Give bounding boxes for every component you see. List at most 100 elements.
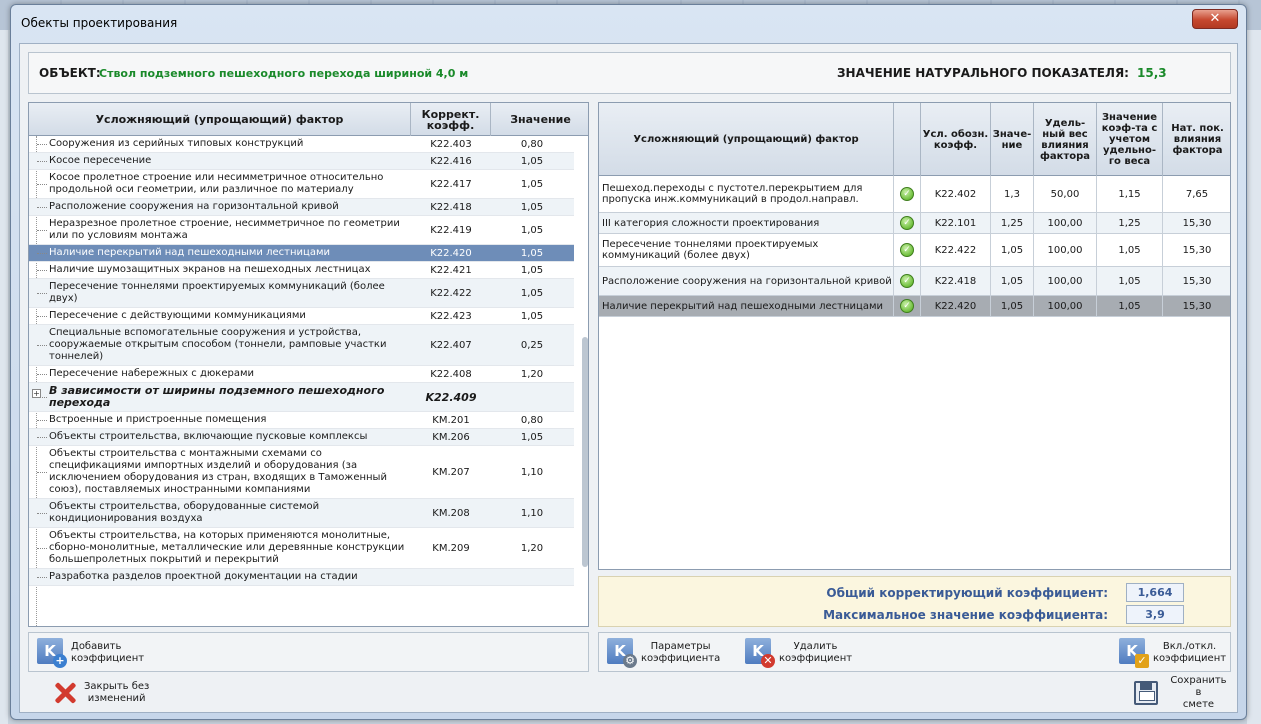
table-row[interactable]: Наличие перекрытий над пешеходными лестн… — [599, 296, 1230, 317]
factor-value: 1,05 — [520, 310, 544, 322]
header-code[interactable]: Усл. обозн. коэфф. — [921, 103, 991, 176]
factor-value: 1,25 — [991, 213, 1034, 233]
toggle-label-2: коэффициент — [1153, 653, 1227, 664]
table-row[interactable]: Сооружения из серийных типовых конструкц… — [29, 136, 574, 153]
close-window-button[interactable]: ✕ — [1192, 9, 1238, 29]
factor-value: 1,10 — [520, 507, 544, 519]
table-row[interactable]: Разработка разделов проектной документац… — [29, 569, 574, 586]
right-table-header: Усложняющий (упрощающий) фактор Усл. обо… — [599, 103, 1230, 176]
natural-indicator-value: 15,3 — [1137, 66, 1167, 80]
status-cell: ✓ — [894, 213, 921, 233]
factor-name: Объекты строительства, на которых примен… — [37, 528, 411, 568]
factor-code: K22.416 — [430, 155, 472, 167]
factor-code — [411, 569, 491, 585]
table-row[interactable]: Объекты строительства, включающие пусков… — [29, 429, 574, 446]
status-cell: ✓ — [894, 234, 921, 266]
table-row[interactable]: Неразрезное пролетное строение, несиммет… — [29, 216, 574, 245]
header-value[interactable]: Значе-ние — [991, 103, 1034, 176]
coef-with-weight: 1,25 — [1097, 213, 1163, 233]
k-plus-icon: K + — [37, 638, 67, 668]
factor-code: KM.207 — [432, 466, 470, 478]
header-coef[interactable]: Коррект. коэфф. — [411, 103, 491, 136]
save-label-2: смете — [1182, 699, 1215, 710]
header-value[interactable]: Значение — [491, 103, 588, 136]
table-row[interactable]: Объекты строительства, на которых примен… — [29, 528, 574, 569]
k-check-icon: K ✓ — [1119, 638, 1149, 668]
check-circle-icon[interactable]: ✓ — [900, 243, 914, 257]
header-status — [894, 103, 921, 176]
check-circle-icon[interactable]: ✓ — [900, 187, 914, 201]
available-factors-table: Усложняющий (упрощающий) фактор Коррект.… — [28, 102, 589, 627]
table-row[interactable]: Специальные вспомогательные сооружения и… — [29, 325, 574, 366]
factor-name: Наличие перекрытий над пешеходными лестн… — [37, 245, 411, 261]
header-factor[interactable]: Усложняющий (упрощающий) фактор — [599, 103, 894, 176]
delete-coefficient-button[interactable]: K ✕ Удалить коэффициент — [745, 637, 852, 669]
applied-factors-table: Усложняющий (упрощающий) фактор Усл. обо… — [598, 102, 1231, 570]
table-row[interactable]: Косое пересечение K22.416 1,05 — [29, 153, 574, 170]
bottom-bar: Закрыть без изменений Сохранить в смете — [28, 675, 1231, 710]
save-to-estimate-button[interactable]: Сохранить в смете — [1134, 675, 1231, 710]
factor-name: Наличие перекрытий над пешеходными лестн… — [599, 296, 894, 316]
factor-weight: 100,00 — [1034, 296, 1097, 316]
factor-code: K22.403 — [430, 138, 472, 150]
max-coef-label: Максимальное значение коэффициента: — [823, 608, 1108, 622]
header-weight[interactable]: Удель-ный вес влияния фактора — [1034, 103, 1097, 176]
window-title: Обекты проектирования — [21, 16, 178, 30]
table-row[interactable]: Объекты строительства с монтажными схема… — [29, 446, 574, 499]
total-coef-label: Общий корректирующий коэффициент: — [826, 586, 1108, 600]
factor-name: В зависимости от ширины подземного пешех… — [37, 383, 411, 411]
factor-weight: 100,00 — [1034, 234, 1097, 266]
check-circle-icon[interactable]: ✓ — [900, 299, 914, 313]
table-row[interactable]: Расположение сооружения на горизонтально… — [29, 199, 574, 216]
k-delete-icon: K ✕ — [745, 638, 775, 668]
table-row[interactable]: Наличие шумозащитных экранов на пешеходн… — [29, 262, 574, 279]
object-info-bar: ОБЪЕКТ: Ствол подземного пешеходного пер… — [28, 52, 1231, 94]
factor-code: K22.409 — [425, 390, 477, 404]
max-coef-value: 3,9 — [1126, 605, 1184, 624]
factor-value: 0,80 — [520, 138, 544, 150]
dialog-content: ОБЪЕКТ: Ствол подземного пешеходного пер… — [19, 43, 1238, 713]
status-cell: ✓ — [894, 296, 921, 316]
factor-code: K22.422 — [921, 234, 991, 266]
header-natural[interactable]: Нат. пок. влияния фактора — [1163, 103, 1230, 176]
add-label-2: коэффициент — [71, 653, 145, 664]
coefficient-params-button[interactable]: K ⚙ Параметры коэффициента — [607, 637, 720, 669]
factor-code: KM.208 — [432, 507, 470, 519]
factor-weight: 50,00 — [1034, 176, 1097, 212]
factor-value: 1,05 — [520, 247, 544, 259]
check-circle-icon[interactable]: ✓ — [900, 274, 914, 288]
table-group-row[interactable]: + В зависимости от ширины подземного пеше… — [29, 383, 574, 412]
natural-value: 15,30 — [1163, 296, 1230, 316]
factor-name: Специальные вспомогательные сооружения и… — [37, 325, 411, 365]
close-label-2: изменений — [87, 693, 146, 704]
add-coefficient-button[interactable]: K + Добавить коэффициент — [37, 637, 144, 669]
status-cell: ✓ — [894, 267, 921, 295]
floppy-disk-icon — [1134, 681, 1158, 705]
summary-panel: Общий корректирующий коэффициент: 1,664 … — [598, 576, 1231, 627]
header-factor[interactable]: Усложняющий (упрощающий) фактор — [29, 103, 411, 136]
factor-value: 1,20 — [520, 368, 544, 380]
table-row[interactable]: Пересечение набережных с дюкерами K22.408… — [29, 366, 574, 383]
table-row[interactable]: Встроенные и пристроенные помещения KM.20… — [29, 412, 574, 429]
table-row[interactable]: Пересечение тоннелями проектируемых комм… — [29, 279, 574, 308]
factor-code: K22.422 — [430, 287, 472, 299]
table-row[interactable]: Пересечение с действующими коммуникациям… — [29, 308, 574, 325]
toggle-coefficient-button[interactable]: K ✓ Вкл./откл. коэффициент — [1119, 637, 1226, 669]
left-table-body: Сооружения из серийных типовых конструкц… — [29, 136, 574, 586]
check-circle-icon[interactable]: ✓ — [900, 216, 914, 230]
factor-value — [491, 569, 573, 585]
factor-name: Объекты строительства с монтажными схема… — [37, 446, 411, 498]
table-row[interactable]: Расположение сооружения на горизонтально… — [599, 267, 1230, 296]
vertical-scrollbar[interactable] — [582, 337, 588, 567]
table-row[interactable]: Наличие перекрытий над пешеходными лестн… — [29, 245, 574, 262]
table-row[interactable]: Косое пролетное строение или несимметрич… — [29, 170, 574, 199]
factor-name: Объекты строительства, включающие пусков… — [37, 429, 411, 445]
table-row[interactable]: Пересечение тоннелями проектируемых комм… — [599, 234, 1230, 267]
table-row[interactable]: Пешеход.переходы с пустотел.перекрытием … — [599, 176, 1230, 213]
close-without-changes-button[interactable]: Закрыть без изменений — [52, 678, 149, 708]
factor-value: 0,80 — [520, 414, 544, 426]
header-coef-weight[interactable]: Значение коэф-та с учетом удельно-го вес… — [1097, 103, 1163, 176]
factor-value: 1,05 — [520, 155, 544, 167]
table-row[interactable]: Объекты строительства, оборудованные сис… — [29, 499, 574, 528]
table-row[interactable]: III категория сложности проектирования ✓ K… — [599, 213, 1230, 234]
